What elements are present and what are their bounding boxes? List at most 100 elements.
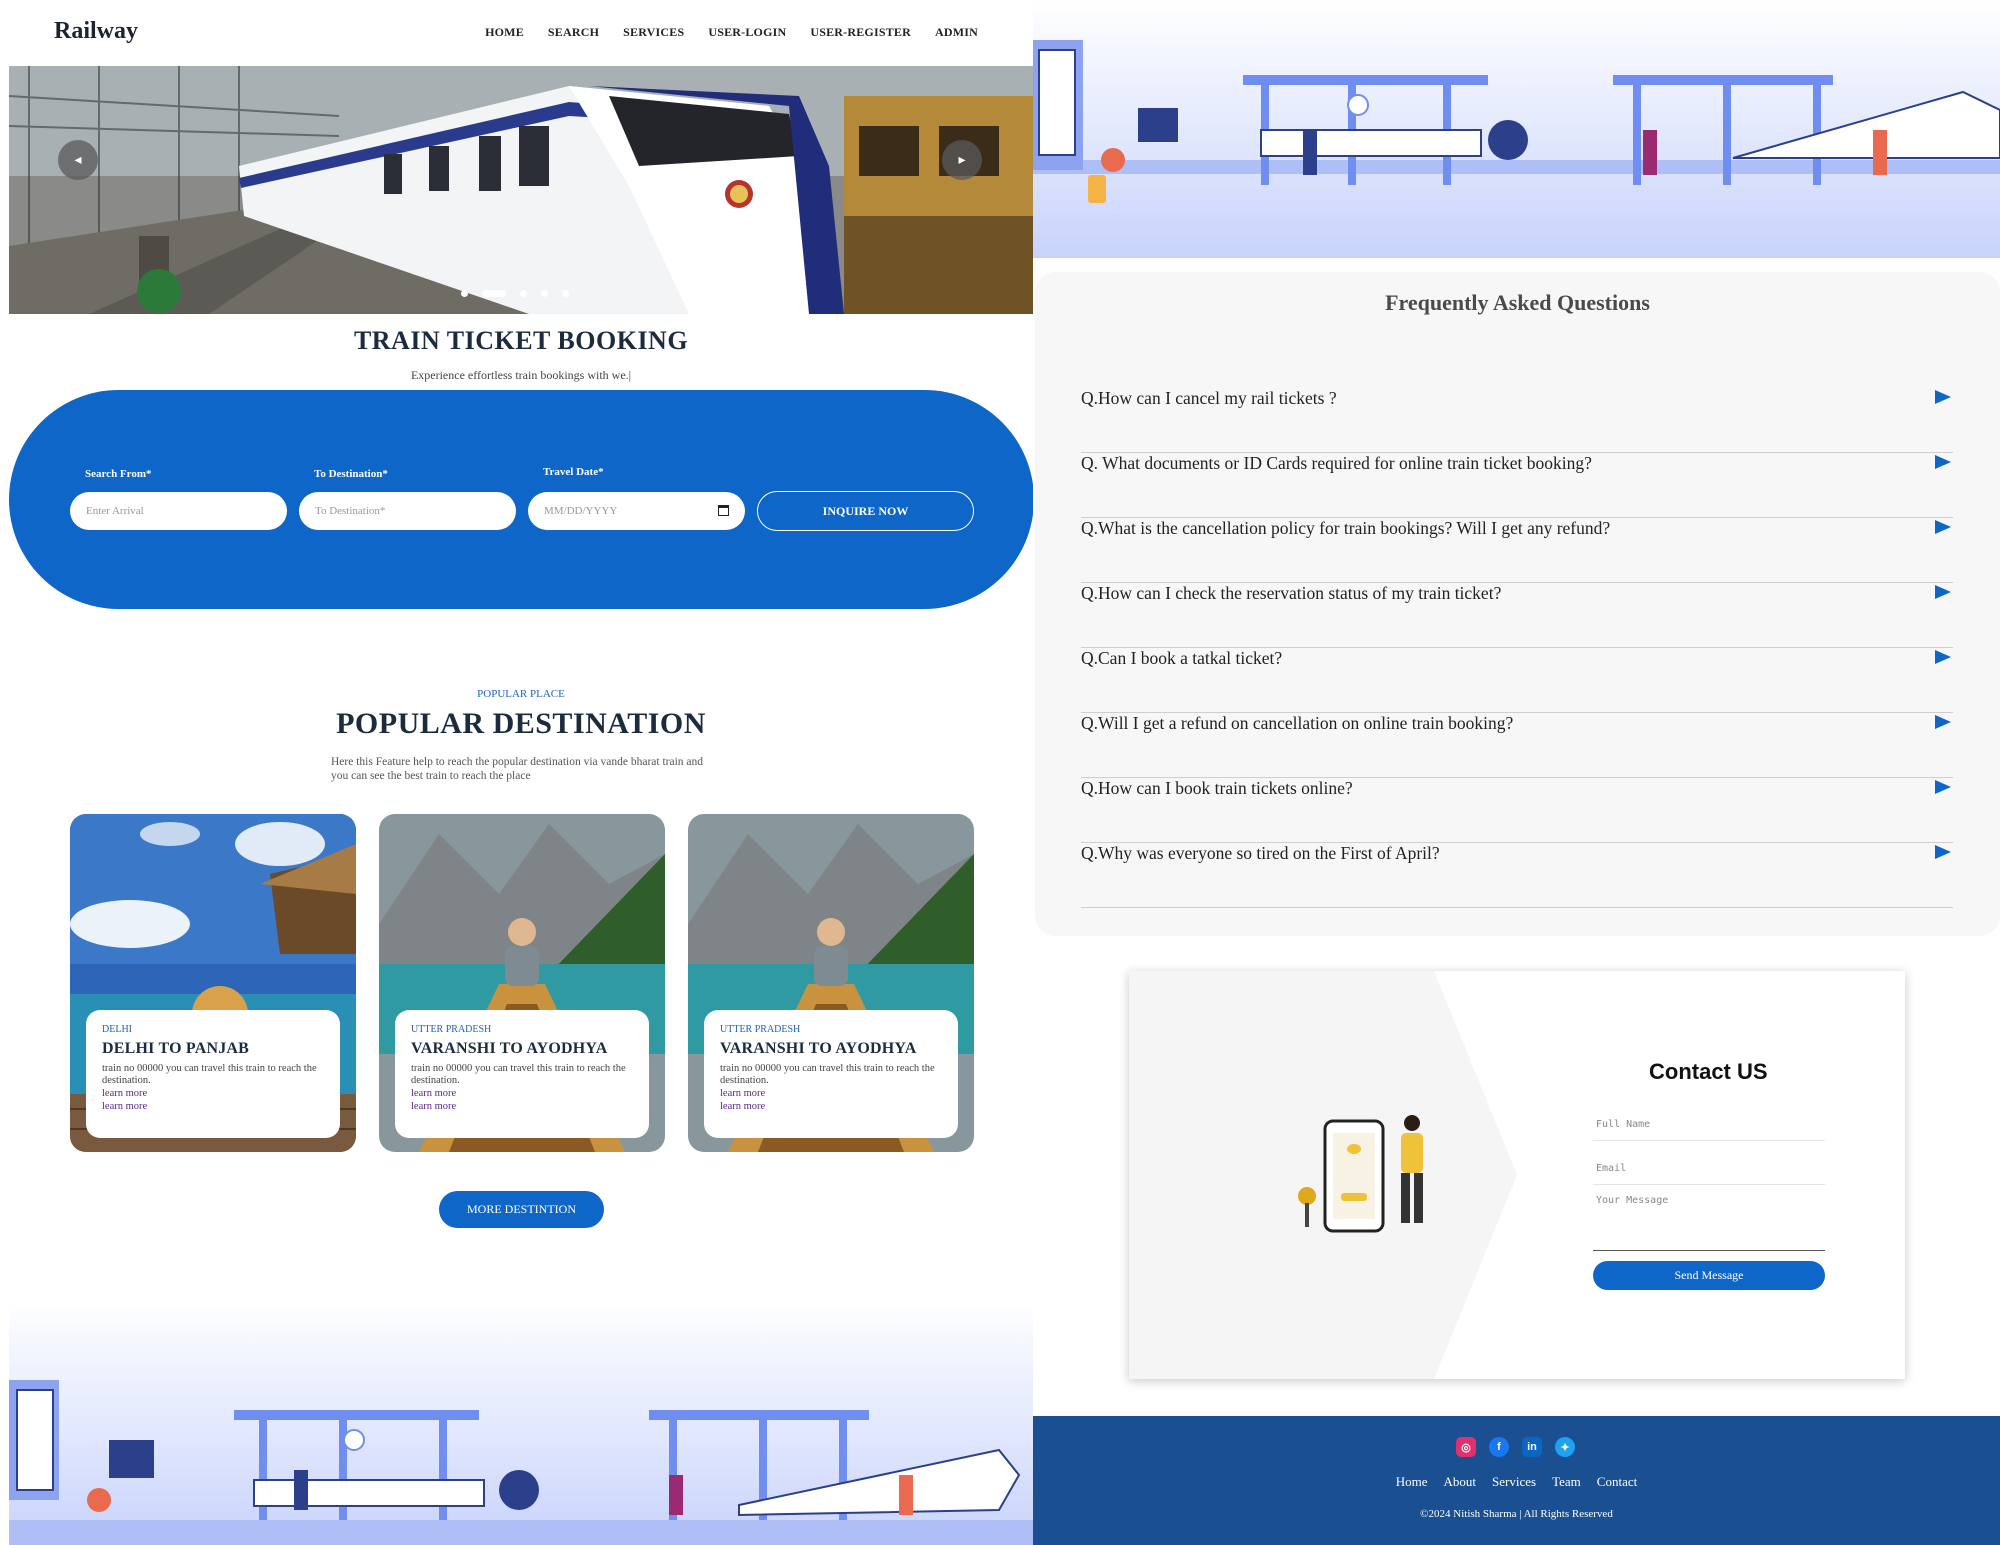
facebook-icon[interactable]: f xyxy=(1489,1437,1509,1457)
footer-link-about[interactable]: About xyxy=(1444,1474,1477,1490)
destination-card[interactable]: UTTER PRADESH VARANSHI TO AYODHYA train … xyxy=(688,814,974,1152)
expand-arrow-icon[interactable] xyxy=(1935,780,1951,794)
right-page-column: Frequently Asked Questions Q.How can I c… xyxy=(1033,0,2000,1545)
hero-train-image xyxy=(9,66,1033,314)
carousel-indicators xyxy=(461,290,569,297)
nav-user-login[interactable]: USER-LOGIN xyxy=(708,25,786,40)
send-message-button[interactable]: Send Message xyxy=(1593,1261,1825,1290)
nav-user-register[interactable]: USER-REGISTER xyxy=(810,25,911,40)
date-input[interactable]: MM/DD/YYYY xyxy=(528,492,745,530)
more-destination-button[interactable]: MORE DESTINTION xyxy=(439,1191,604,1228)
expand-arrow-icon[interactable] xyxy=(1935,715,1951,729)
booking-subtitle: Experience effortless train bookings wit… xyxy=(410,368,632,382)
from-input[interactable]: Enter Arrival xyxy=(70,492,287,530)
contact-title: Contact US xyxy=(1649,1059,1768,1084)
footer: ◎ f in ✦ Home About Services Team Contac… xyxy=(1033,1416,2000,1545)
expand-arrow-icon[interactable] xyxy=(1935,390,1951,404)
faq-item[interactable]: Q. What documents or ID Cards required f… xyxy=(1081,453,1953,518)
to-label: To Destination* xyxy=(314,468,388,480)
station-illustration xyxy=(1033,0,2000,258)
from-label: Search From* xyxy=(85,468,152,480)
carousel-dot[interactable] xyxy=(461,290,468,297)
popular-tag: POPULAR PLACE xyxy=(477,688,565,700)
contact-form-card: Contact US Full Name Email Your Message … xyxy=(1129,971,1905,1379)
faq-item[interactable]: Q.Why was everyone so tired on the First… xyxy=(1081,843,1953,908)
popular-title: POPULAR DESTINATION xyxy=(336,707,706,740)
message-textarea[interactable]: Your Message xyxy=(1593,1195,1825,1251)
faq-question: Q.What is the cancellation policy for tr… xyxy=(1081,518,1611,538)
faq-question: Q.Can I book a tatkal ticket? xyxy=(1081,648,1283,668)
expand-arrow-icon[interactable] xyxy=(1935,585,1951,599)
brand-logo[interactable]: Railway xyxy=(54,18,138,45)
learn-more-link[interactable]: learn more xyxy=(720,1100,942,1113)
nav-services[interactable]: SERVICES xyxy=(623,25,684,40)
footer-nav: Home About Services Team Contact xyxy=(1033,1474,2000,1490)
station-illustration xyxy=(9,1300,1033,1545)
carousel-prev-button[interactable]: ◂ xyxy=(58,140,98,180)
instagram-icon[interactable]: ◎ xyxy=(1456,1437,1476,1457)
faq-item[interactable]: Q.Can I book a tatkal ticket? xyxy=(1081,648,1953,713)
date-placeholder: MM/DD/YYYY xyxy=(544,505,618,517)
twitter-icon[interactable]: ✦ xyxy=(1555,1437,1575,1457)
faq-question: Q.How can I book train tickets online? xyxy=(1081,778,1353,798)
card-text: train no 00000 you can travel this train… xyxy=(411,1063,626,1086)
carousel-dot[interactable] xyxy=(520,290,527,297)
learn-more-link[interactable]: learn more xyxy=(102,1087,324,1100)
faq-question: Q. What documents or ID Cards required f… xyxy=(1081,453,1592,473)
faq-item[interactable]: Q.What is the cancellation policy for tr… xyxy=(1081,518,1953,583)
footer-link-team[interactable]: Team xyxy=(1552,1474,1581,1490)
faq-title: Frequently Asked Questions xyxy=(1385,290,1650,315)
card-state: UTTER PRADESH xyxy=(411,1024,492,1035)
date-label: Travel Date* xyxy=(543,466,604,478)
nav-admin[interactable]: ADMIN xyxy=(935,25,978,40)
card-info: UTTER PRADESH VARANSHI TO AYODHYA train … xyxy=(704,1010,958,1138)
email-input[interactable]: Email xyxy=(1593,1163,1825,1185)
carousel-next-button[interactable]: ▸ xyxy=(942,140,982,180)
footer-link-services[interactable]: Services xyxy=(1492,1474,1536,1490)
card-title: VARANSHI TO AYODHYA xyxy=(720,1040,917,1057)
destination-card[interactable]: DELHI DELHI TO PANJAB train no 00000 you… xyxy=(70,814,356,1152)
popular-description: Here this Feature help to reach the popu… xyxy=(331,756,704,782)
to-input[interactable]: To Destination* xyxy=(299,492,516,530)
footer-link-home[interactable]: Home xyxy=(1396,1474,1428,1490)
social-links: ◎ f in ✦ xyxy=(1456,1437,1575,1457)
nav-home[interactable]: HOME xyxy=(485,25,524,40)
calendar-icon[interactable] xyxy=(718,505,729,516)
faq-question: Q.Will I get a refund on cancellation on… xyxy=(1081,713,1514,733)
card-text: train no 00000 you can travel this train… xyxy=(102,1063,317,1086)
inquire-now-button[interactable]: INQUIRE NOW xyxy=(757,491,974,531)
linkedin-icon[interactable]: in xyxy=(1522,1437,1542,1457)
faq-panel: Frequently Asked Questions Q.How can I c… xyxy=(1035,272,2000,936)
copyright-text: ©2024 Nitish Sharma | All Rights Reserve… xyxy=(1420,1508,1613,1520)
learn-more-link[interactable]: learn more xyxy=(720,1087,942,1100)
faq-question: Q.How can I cancel my rail tickets ? xyxy=(1081,388,1337,408)
expand-arrow-icon[interactable] xyxy=(1935,520,1951,534)
expand-arrow-icon[interactable] xyxy=(1935,455,1951,469)
carousel-dot[interactable] xyxy=(541,290,548,297)
expand-arrow-icon[interactable] xyxy=(1935,845,1951,859)
nav-search[interactable]: SEARCH xyxy=(548,25,599,40)
card-state: UTTER PRADESH xyxy=(720,1024,801,1035)
carousel-dot[interactable] xyxy=(562,290,569,297)
faq-item[interactable]: Q.How can I check the reservation status… xyxy=(1081,583,1953,648)
learn-more-link[interactable]: learn more xyxy=(411,1100,633,1113)
nav-links: HOME SEARCH SERVICES USER-LOGIN USER-REG… xyxy=(485,25,978,40)
footer-link-contact[interactable]: Contact xyxy=(1597,1474,1637,1490)
faq-item[interactable]: Q.How can I cancel my rail tickets ? xyxy=(1081,388,1953,453)
card-text: train no 00000 you can travel this train… xyxy=(720,1063,935,1086)
destination-card[interactable]: UTTER PRADESH VARANSHI TO AYODHYA train … xyxy=(379,814,665,1152)
faq-item[interactable]: Q.How can I book train tickets online? xyxy=(1081,778,1953,843)
faq-question: Q.How can I check the reservation status… xyxy=(1081,583,1502,603)
learn-more-link[interactable]: learn more xyxy=(411,1087,633,1100)
card-state: DELHI xyxy=(102,1024,132,1035)
expand-arrow-icon[interactable] xyxy=(1935,650,1951,664)
faq-item[interactable]: Q.Will I get a refund on cancellation on… xyxy=(1081,713,1953,778)
learn-more-link[interactable]: learn more xyxy=(102,1100,324,1113)
full-name-input[interactable]: Full Name xyxy=(1593,1119,1825,1141)
carousel-dot-active[interactable] xyxy=(482,290,506,297)
card-info: DELHI DELHI TO PANJAB train no 00000 you… xyxy=(86,1010,340,1138)
navbar: Railway HOME SEARCH SERVICES USER-LOGIN … xyxy=(9,0,1033,66)
booking-title: TRAIN TICKET BOOKING xyxy=(353,326,689,355)
faq-question: Q.Why was everyone so tired on the First… xyxy=(1081,843,1440,863)
left-page-column: Railway HOME SEARCH SERVICES USER-LOGIN … xyxy=(9,0,1033,1545)
